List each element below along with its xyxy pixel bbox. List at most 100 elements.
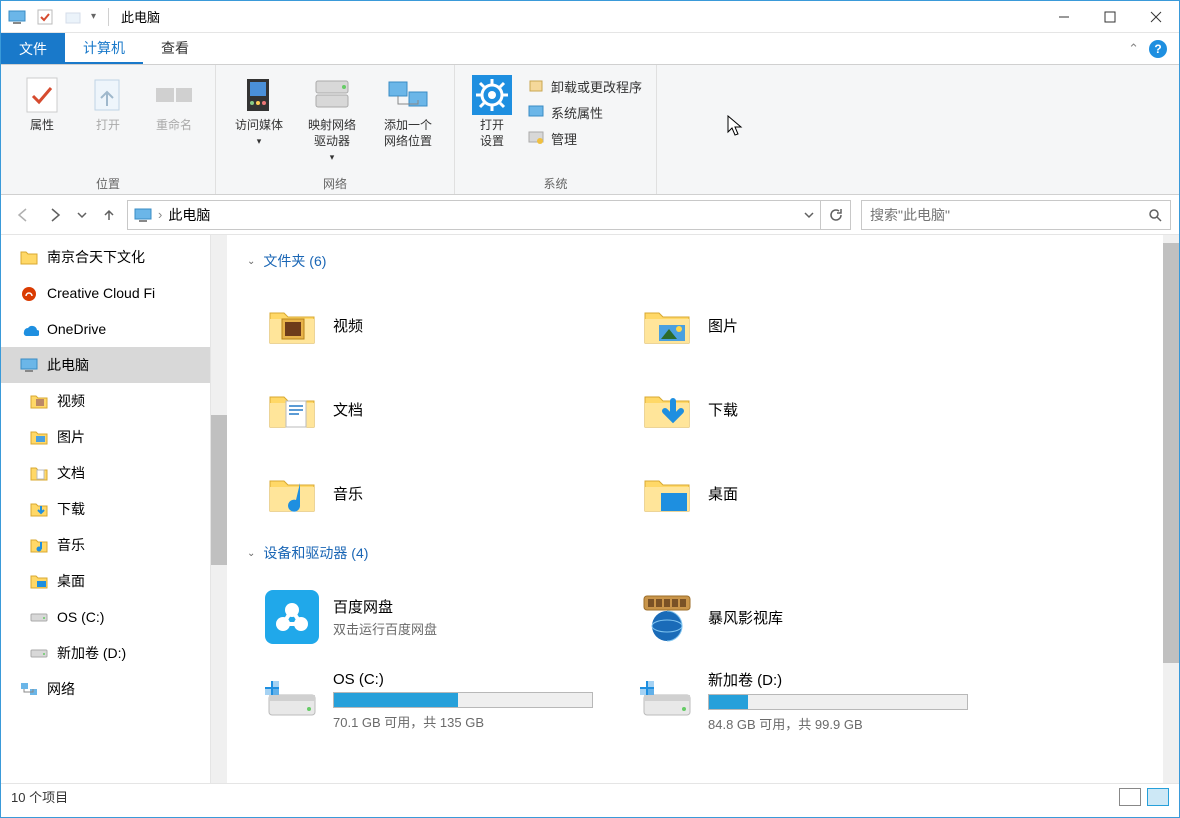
breadcrumb-item[interactable]: 此电脑: [168, 205, 210, 225]
sidebar-item[interactable]: 下载: [1, 491, 210, 527]
tile-subtitle: 双击运行百度网盘: [333, 619, 614, 638]
properties-qat-icon[interactable]: [35, 7, 55, 27]
up-button[interactable]: [95, 201, 123, 229]
sidebar-scrollbar[interactable]: [211, 235, 227, 783]
folder-tile[interactable]: 文档: [239, 367, 614, 451]
sidebar-item[interactable]: 此电脑: [1, 347, 210, 383]
add-network-location-button[interactable]: 添加一个 网络位置: [370, 69, 446, 173]
properties-button[interactable]: 属性: [9, 69, 75, 173]
recent-locations-button[interactable]: [73, 201, 91, 229]
address-dropdown-icon[interactable]: [804, 210, 814, 220]
sysprops-icon: [527, 103, 545, 121]
drive-icon: [265, 674, 319, 728]
sidebar-item-label: 音乐: [57, 535, 85, 555]
refresh-button[interactable]: [821, 200, 851, 230]
music-folder-icon: [265, 466, 319, 520]
tile-label: OS (C:): [333, 671, 614, 688]
tile-label: 视频: [333, 315, 614, 336]
sidebar-item[interactable]: 桌面: [1, 563, 210, 599]
device-tile[interactable]: 百度网盘双击运行百度网盘: [239, 575, 614, 659]
maximize-button[interactable]: [1087, 1, 1133, 33]
sidebar-item[interactable]: Creative Cloud Fi: [1, 275, 210, 311]
device-tile[interactable]: 新加卷 (D:)84.8 GB 可用，共 99.9 GB: [614, 659, 989, 743]
status-bar: 10 个项目: [1, 783, 1179, 809]
tile-label: 文档: [333, 399, 614, 420]
sidebar-item[interactable]: 网络: [1, 671, 210, 707]
docs-icon: [29, 464, 49, 482]
forward-button[interactable]: [41, 201, 69, 229]
drive-usage-bar: [708, 694, 968, 710]
video-folder-icon: [265, 298, 319, 352]
folders-group-header[interactable]: ⌄ 文件夹 (6): [247, 251, 1167, 271]
access-media-button[interactable]: 访问媒体▾: [224, 69, 294, 173]
collapse-ribbon-icon[interactable]: ⌃: [1128, 41, 1139, 57]
music-icon: [29, 536, 49, 554]
map-network-drive-button[interactable]: 映射网络 驱动器▾: [294, 69, 370, 173]
sidebar-item[interactable]: 南京合天下文化: [1, 239, 210, 275]
chevron-down-icon: ⌄: [247, 256, 255, 267]
ribbon-tabs: 文件 计算机 查看 ⌃ ?: [1, 33, 1179, 65]
group-system-label: 系统: [463, 173, 648, 192]
sidebar-item[interactable]: OS (C:): [1, 599, 210, 635]
content-scrollbar[interactable]: [1163, 235, 1179, 783]
tiles-view-button[interactable]: [1147, 788, 1169, 806]
chevron-down-icon: ⌄: [247, 548, 255, 559]
open-settings-button[interactable]: 打开 设置: [463, 69, 521, 173]
tile-subtitle: 70.1 GB 可用，共 135 GB: [333, 712, 614, 731]
uninstall-programs-button[interactable]: 卸载或更改程序: [521, 73, 648, 99]
folder-tile[interactable]: 桌面: [614, 451, 989, 535]
search-box[interactable]: [861, 200, 1171, 230]
drive-usage-bar: [333, 692, 593, 708]
tile-subtitle: 84.8 GB 可用，共 99.9 GB: [708, 714, 989, 733]
sidebar-item[interactable]: 音乐: [1, 527, 210, 563]
sidebar-item[interactable]: 视频: [1, 383, 210, 419]
sidebar-item-label: 视频: [57, 391, 85, 411]
details-view-button[interactable]: [1119, 788, 1141, 806]
folder-qat-icon[interactable]: [63, 7, 83, 27]
search-input[interactable]: [870, 207, 1148, 223]
tile-label: 桌面: [708, 483, 989, 504]
sidebar-item[interactable]: OneDrive: [1, 311, 210, 347]
cc-icon: [19, 284, 39, 302]
folder-tile[interactable]: 音乐: [239, 451, 614, 535]
folder-tile[interactable]: 图片: [614, 283, 989, 367]
downloads-icon: [29, 500, 49, 518]
pictures-icon: [29, 428, 49, 446]
folder-tile[interactable]: 视频: [239, 283, 614, 367]
devices-group-header[interactable]: ⌄ 设备和驱动器 (4): [247, 543, 1167, 563]
downloads-folder-icon: [640, 382, 694, 436]
sidebar-item-label: 图片: [57, 427, 85, 447]
manage-button[interactable]: 管理: [521, 125, 648, 151]
tab-view[interactable]: 查看: [143, 33, 207, 64]
drive-icon: [29, 608, 49, 626]
close-button[interactable]: [1133, 1, 1179, 33]
device-tile[interactable]: OS (C:) 70.1 GB 可用，共 135 GB: [239, 659, 614, 743]
tile-label: 图片: [708, 315, 989, 336]
tile-label: 音乐: [333, 483, 614, 504]
sidebar-item[interactable]: 图片: [1, 419, 210, 455]
back-button[interactable]: [9, 201, 37, 229]
item-count: 10 个项目: [11, 787, 68, 806]
network-icon: [19, 680, 39, 698]
uninstall-icon: [527, 77, 545, 95]
search-icon[interactable]: [1148, 208, 1162, 222]
minimize-button[interactable]: [1041, 1, 1087, 33]
video-icon: [29, 392, 49, 410]
sidebar-item[interactable]: 新加卷 (D:): [1, 635, 210, 671]
folder-icon: [19, 248, 39, 266]
folder-tile[interactable]: 下载: [614, 367, 989, 451]
system-properties-button[interactable]: 系统属性: [521, 99, 648, 125]
device-tile[interactable]: 暴风影视库: [614, 575, 989, 659]
pictures-folder-icon: [640, 298, 694, 352]
navigation-bar: › 此电脑: [1, 195, 1179, 235]
file-tab[interactable]: 文件: [1, 33, 65, 64]
qat-dropdown-icon[interactable]: ▾: [91, 11, 96, 22]
sidebar-item[interactable]: 文档: [1, 455, 210, 491]
address-bar[interactable]: › 此电脑: [127, 200, 821, 230]
help-icon[interactable]: ?: [1149, 40, 1167, 58]
sidebar-item-label: Creative Cloud Fi: [47, 285, 155, 301]
tab-computer[interactable]: 计算机: [65, 33, 143, 64]
drive-icon: [640, 674, 694, 728]
sidebar-item-label: 此电脑: [47, 355, 89, 375]
tile-label: 下载: [708, 399, 989, 420]
